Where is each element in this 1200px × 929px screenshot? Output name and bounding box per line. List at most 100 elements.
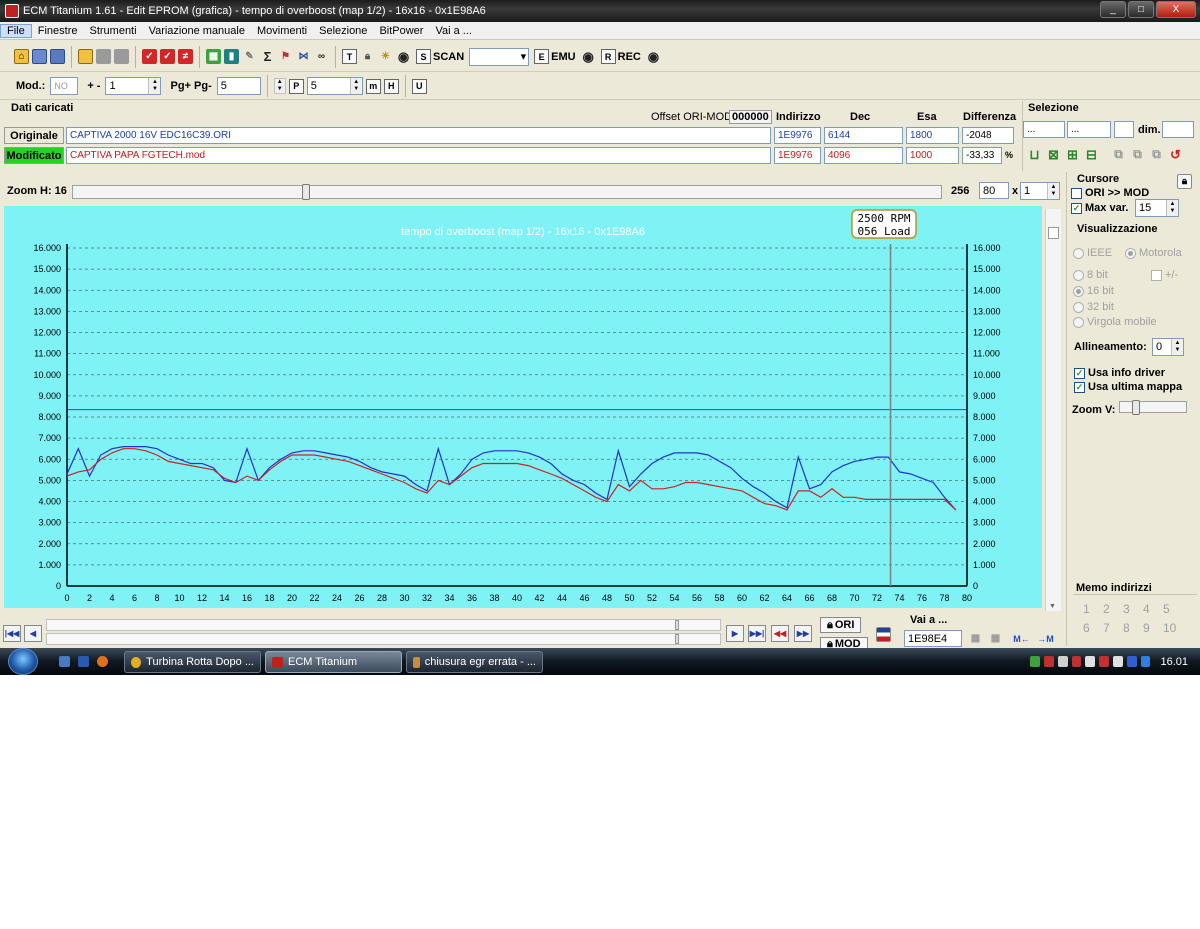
menu-file[interactable]: File (0, 23, 32, 38)
select-end-icon[interactable]: ⊟ (1084, 147, 1099, 162)
show-desktop-icon[interactable] (59, 656, 70, 667)
plusminus-box[interactable] (1151, 269, 1162, 281)
monitor-icon[interactable] (1140, 656, 1151, 667)
zoom-value-field[interactable]: 80 (979, 182, 1009, 199)
chart-scroll-thumb[interactable] (1048, 227, 1059, 239)
zoom-factor-arrows-icon[interactable]: ▲ ▼ (1047, 183, 1059, 199)
usb-icon[interactable] (1112, 656, 1123, 667)
bluetooth-icon[interactable] (1126, 656, 1137, 667)
zoom-h-slider[interactable] (72, 184, 942, 200)
memo-slot-5[interactable]: 5 (1163, 602, 1183, 616)
motorola-radio[interactable]: Motorola (1125, 247, 1182, 259)
chart-area[interactable]: tempo di overboost (map 1/2) - 16x16 - 0… (4, 206, 1042, 608)
mod-button[interactable]: 🔒︎ MOD (820, 637, 868, 648)
maximize-button[interactable]: □ (1128, 1, 1154, 18)
zoom-h-thumb[interactable] (302, 184, 310, 200)
info-driver-box[interactable]: ✓ (1074, 367, 1085, 379)
network-icon[interactable] (1030, 656, 1040, 667)
pg-field[interactable]: 5 (216, 77, 261, 95)
hscroll-bottom-thumb[interactable] (675, 634, 679, 644)
firefox-icon[interactable] (97, 656, 108, 667)
p-stepper[interactable]: 5 ▲ ▼ (306, 77, 363, 95)
scan-button[interactable]: S SCAN (414, 49, 466, 64)
memory-prev-icon[interactable]: M← (1013, 631, 1030, 646)
memory-next-icon[interactable]: →M (1037, 631, 1054, 646)
memo-slot-7[interactable]: 7 (1103, 621, 1123, 635)
maxvar-checkbox[interactable]: ✓ Max var. (1071, 202, 1128, 214)
p-arrows-icon[interactable]: ▲ ▼ (349, 78, 362, 94)
prev-page-icon[interactable]: ◀ (24, 625, 42, 642)
p-icon[interactable]: P (288, 78, 304, 94)
window-icon[interactable] (50, 49, 65, 64)
first-page-icon[interactable]: |◀◀ (3, 625, 21, 642)
map-chart[interactable]: tempo di overboost (map 1/2) - 16x16 - 0… (4, 206, 1042, 608)
zoomv-slider[interactable] (1119, 400, 1187, 415)
zoomv-thumb[interactable] (1132, 400, 1140, 415)
plusminus-checkbox[interactable]: +/- (1151, 269, 1178, 281)
last-map-checkbox[interactable]: ✓ Usa ultima mappa (1074, 381, 1182, 393)
horizontal-scrollbar-bottom[interactable] (46, 633, 721, 645)
selection-end-field[interactable]: ... (1067, 121, 1111, 138)
undo-icon[interactable]: ↺ (1168, 147, 1183, 162)
compare-icon[interactable]: ≠ (178, 49, 193, 64)
h-icon[interactable]: H (383, 78, 399, 94)
lock-icon[interactable]: 🔒︎ (360, 49, 375, 64)
runner-icon[interactable]: ☀ (378, 49, 393, 64)
disc-icon[interactable]: ◉ (396, 49, 411, 64)
motorola-radio-dot[interactable] (1125, 247, 1136, 259)
last-map-box[interactable]: ✓ (1074, 381, 1085, 393)
hscroll-top-thumb[interactable] (675, 620, 679, 630)
volume-icon[interactable] (1085, 656, 1096, 667)
last-page-icon[interactable]: ▶▶| (748, 625, 766, 642)
bit16-radio[interactable]: 16 bit (1073, 285, 1114, 297)
ori-mod-checkbox[interactable]: ORI >> MOD (1071, 187, 1149, 199)
menu-variazione-manuale[interactable]: Variazione manuale (143, 25, 251, 37)
mod-field[interactable]: NO (50, 77, 79, 95)
select-start-icon[interactable]: ⊔ (1027, 147, 1042, 162)
graph-icon[interactable]: ⋈ (296, 49, 311, 64)
update-icon[interactable] (1099, 656, 1109, 667)
rec-button[interactable]: R REC (599, 49, 643, 64)
goto-field[interactable]: 1E98E4 (904, 630, 962, 647)
float-radio[interactable]: Virgola mobile (1073, 316, 1157, 328)
selection-extra-field[interactable] (1114, 121, 1134, 138)
bit8-radio[interactable]: 8 bit (1073, 269, 1108, 281)
memo-slot-1[interactable]: 1 (1083, 602, 1103, 616)
chart-vertical-scrollbar[interactable]: ▼ (1045, 209, 1061, 611)
info-driver-checkbox[interactable]: ✓ Usa info driver (1074, 367, 1165, 379)
emu-disc-icon[interactable]: ◉ (581, 49, 596, 64)
ieee-radio[interactable]: IEEE (1073, 247, 1112, 259)
memo-slot-8[interactable]: 8 (1123, 621, 1143, 635)
u-icon[interactable]: U (411, 78, 427, 94)
sum-icon[interactable]: Σ (260, 49, 275, 64)
next-mod-icon[interactable]: ▶▶ (794, 625, 812, 642)
menu-bitpower[interactable]: BitPower (373, 25, 429, 37)
menu-selezione[interactable]: Selezione (313, 25, 373, 37)
ori-button[interactable]: 🔒︎ ORI (820, 617, 862, 633)
emu-button[interactable]: E EMU (532, 49, 577, 64)
minimize-button[interactable]: _ (1100, 1, 1126, 18)
goto-table2-icon[interactable]: ▦ (988, 631, 1003, 646)
word-icon[interactable] (78, 656, 89, 667)
maxvar-stepper[interactable]: 15 ▲ ▼ (1135, 199, 1179, 217)
menu-movimenti[interactable]: Movimenti (251, 25, 313, 37)
save-icon[interactable] (96, 49, 111, 64)
dim-field[interactable] (1162, 121, 1194, 138)
menu-finestre[interactable]: Finestre (32, 25, 84, 37)
memo-slot-9[interactable]: 9 (1143, 621, 1163, 635)
zoom-factor-stepper[interactable]: 1 ▲ ▼ (1020, 182, 1060, 200)
menu-strumenti[interactable]: Strumenti (83, 25, 142, 37)
table-icon[interactable]: ▮ (224, 49, 239, 64)
plusminus-stepper[interactable]: 1 ▲ ▼ (105, 77, 162, 95)
paste-special-icon[interactable]: ⧉ (1149, 147, 1164, 162)
align-arrows-icon[interactable]: ▲ ▼ (1171, 339, 1183, 355)
maxvar-arrows-icon[interactable]: ▲ ▼ (1166, 200, 1178, 216)
task-forum[interactable]: chiusura egr errata - ... (406, 651, 543, 673)
horizontal-scrollbar-top[interactable] (46, 619, 721, 631)
ieee-radio-dot[interactable] (1073, 247, 1084, 259)
paste-icon[interactable]: ⧉ (1130, 147, 1145, 162)
m-icon[interactable]: m (365, 78, 381, 94)
select-half-icon[interactable]: ⊞ (1065, 147, 1080, 162)
float-radio-dot[interactable] (1073, 316, 1084, 328)
open-folder-icon[interactable] (78, 49, 93, 64)
